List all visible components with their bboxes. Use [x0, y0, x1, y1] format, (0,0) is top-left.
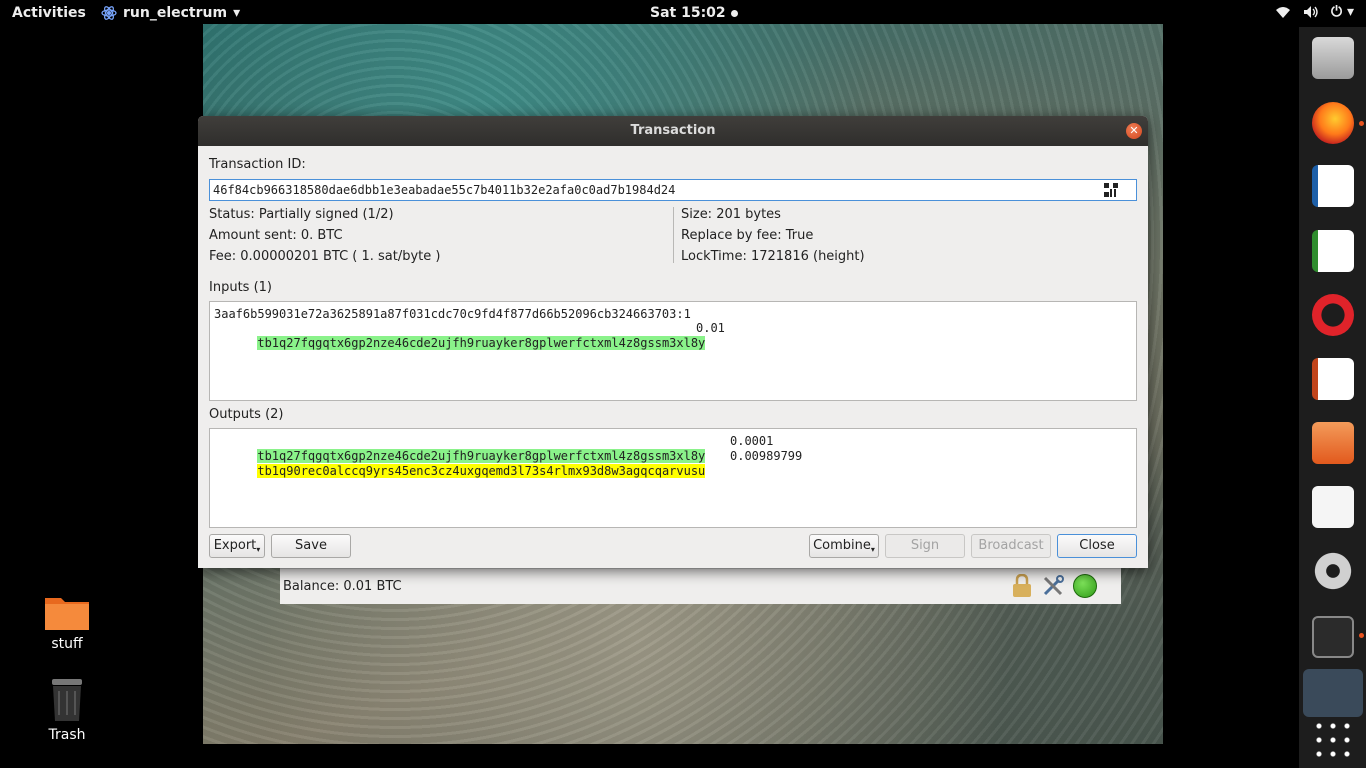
broadcast-button[interactable]: Broadcast — [971, 534, 1051, 558]
running-indicator — [1359, 633, 1364, 638]
locktime-label: LockTime: 1721816 (height) — [681, 249, 865, 264]
inputs-label: Inputs (1) — [209, 280, 272, 295]
network-status-icon[interactable] — [1073, 574, 1097, 598]
chevron-down-icon: ▾ — [233, 5, 241, 21]
input-row[interactable]: tb1q27fqgqtx6gp2nze46cde2ujfh9ruayker8gp… — [214, 321, 706, 350]
size-label: Size: 201 bytes — [681, 207, 781, 222]
save-button[interactable]: Save — [271, 534, 351, 558]
trash-icon — [52, 679, 82, 721]
firefox-icon[interactable] — [1312, 102, 1354, 144]
combine-button-label: Combine — [813, 538, 871, 553]
export-button[interactable]: Export▾ — [209, 534, 265, 558]
electrum-icon[interactable] — [1303, 669, 1363, 717]
terminal-icon[interactable] — [1312, 616, 1354, 658]
output-row[interactable]: tb1q90rec0alccq9yrs45enc3cz4uxgqemd3l73s… — [214, 449, 706, 478]
folder-icon — [45, 598, 89, 630]
desktop-folder-stuff[interactable]: stuff — [27, 592, 107, 652]
desktop-trash[interactable]: Trash — [27, 677, 107, 743]
txid-field[interactable]: 46f84cb966318580dae6dbb1e3eabadae55c7b40… — [209, 179, 1137, 201]
app-grid-icon[interactable] — [1312, 719, 1354, 761]
qr-code-icon[interactable] — [1104, 183, 1118, 197]
info-divider — [673, 207, 674, 263]
transaction-dialog: Transaction ✕ Transaction ID: 46f84cb966… — [198, 116, 1148, 568]
sign-button[interactable]: Sign — [885, 534, 965, 558]
close-button-label: Close — [1079, 538, 1115, 553]
desktop-icon-label: Trash — [48, 727, 86, 743]
dock — [1299, 27, 1366, 768]
save-button-label: Save — [295, 538, 327, 553]
lock-icon[interactable] — [1011, 574, 1033, 598]
impress-icon[interactable] — [1312, 358, 1354, 400]
wallet-status-bar: Balance: 0.01 BTC — [280, 568, 1121, 604]
writer-icon[interactable] — [1312, 165, 1354, 207]
wifi-icon — [1276, 7, 1291, 18]
preferences-tools-icon[interactable] — [1042, 575, 1064, 597]
calc-icon[interactable] — [1312, 230, 1354, 272]
dropdown-arrow-icon: ▾ — [256, 545, 261, 554]
clock-label: Sat 15:02 — [650, 5, 726, 21]
output-address: tb1q90rec0alccq9yrs45enc3cz4uxgqemd3l73s… — [257, 464, 706, 478]
close-button[interactable]: Close — [1057, 534, 1137, 558]
settings-icon[interactable] — [1312, 550, 1354, 592]
input-prevout: 3aaf6b599031e72a3625891a87f031cdc70c9fd4… — [214, 307, 691, 321]
fee-label: Fee: 0.00000201 BTC ( 1. sat/byte ) — [209, 249, 441, 264]
dialog-titlebar: Transaction ✕ — [198, 116, 1148, 146]
sign-button-label: Sign — [910, 538, 940, 553]
txid-value: 46f84cb966318580dae6dbb1e3eabadae55c7b40… — [213, 183, 676, 197]
output-row[interactable]: tb1q27fqgqtx6gp2nze46cde2ujfh9ruayker8gp… — [214, 434, 706, 463]
outputs-list[interactable]: tb1q27fqgqtx6gp2nze46cde2ujfh9ruayker8gp… — [209, 428, 1137, 528]
amount-sent-label: Amount sent: 0. BTC — [209, 228, 343, 243]
opera-icon[interactable] — [1312, 294, 1354, 336]
combine-button[interactable]: Combine▾ — [809, 534, 879, 558]
broadcast-button-label: Broadcast — [978, 538, 1044, 553]
close-icon[interactable]: ✕ — [1126, 123, 1142, 139]
system-tray[interactable]: ⏻ ▾ — [1275, 4, 1354, 20]
desktop-icon-label: stuff — [51, 636, 83, 652]
power-icon: ⏻ ▾ — [1331, 4, 1354, 20]
input-address: tb1q27fqgqtx6gp2nze46cde2ujfh9ruayker8gp… — [257, 336, 706, 350]
running-indicator — [1359, 121, 1364, 126]
balance-label: Balance: 0.01 BTC — [283, 579, 402, 594]
output-amount: 0.00989799 — [730, 449, 803, 463]
inputs-list[interactable]: 3aaf6b599031e72a3625891a87f031cdc70c9fd4… — [209, 301, 1137, 401]
software-icon[interactable] — [1312, 422, 1354, 464]
app-menu[interactable]: run_electrum ▾ — [101, 5, 240, 21]
txid-label: Transaction ID: — [209, 157, 306, 172]
output-amount: 0.0001 — [730, 434, 774, 448]
activities-button[interactable]: Activities — [12, 5, 86, 21]
input-amount: 0.01 — [696, 321, 725, 335]
clock[interactable]: Sat 15:02 — [650, 5, 738, 21]
status-label: Status: Partially signed (1/2) — [209, 207, 394, 222]
rbf-label: Replace by fee: True — [681, 228, 814, 243]
volume-icon — [1304, 6, 1318, 18]
dropdown-arrow-icon: ▾ — [870, 545, 875, 554]
amazon-icon[interactable] — [1312, 486, 1354, 528]
top-bar: Activities run_electrum ▾ Sat 15:02 ⏻ ▾ — [0, 0, 1366, 27]
export-button-label: Export — [213, 538, 257, 553]
outputs-label: Outputs (2) — [209, 407, 284, 422]
app-name: run_electrum — [123, 5, 228, 21]
electrum-app-icon — [101, 6, 117, 20]
files-icon[interactable] — [1312, 37, 1354, 79]
dialog-title: Transaction — [630, 123, 716, 138]
notification-dot-icon — [730, 9, 738, 17]
